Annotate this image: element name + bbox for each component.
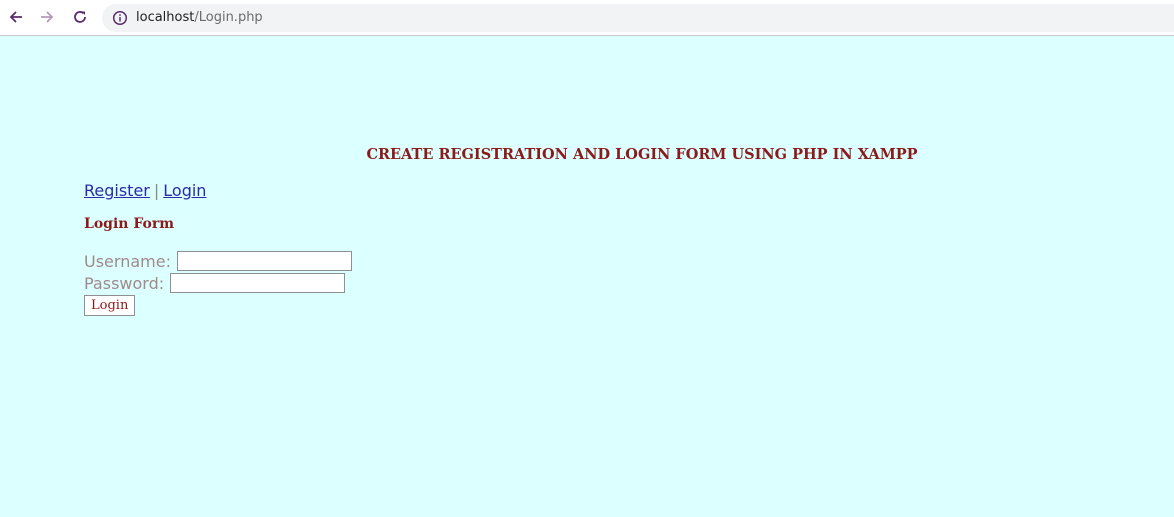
forward-button[interactable] xyxy=(36,6,58,28)
page-title: CREATE REGISTRATION AND LOGIN FORM USING… xyxy=(366,146,918,163)
username-row: Username: xyxy=(84,250,352,272)
login-button[interactable]: Login xyxy=(84,295,136,316)
username-label: Username: xyxy=(84,251,171,271)
page-viewport: CREATE REGISTRATION AND LOGIN FORM USING… xyxy=(0,36,1174,517)
login-link[interactable]: Login xyxy=(163,181,206,200)
link-separator: | xyxy=(153,181,160,200)
reload-button[interactable] xyxy=(69,6,91,28)
info-circle-icon[interactable] xyxy=(112,10,128,26)
arrow-left-icon xyxy=(9,11,22,23)
password-label: Password: xyxy=(84,273,165,293)
password-input[interactable] xyxy=(170,273,346,293)
browser-toolbar: localhost/Login.php xyxy=(0,0,1174,36)
register-link[interactable]: Register xyxy=(84,181,150,200)
reload-icon xyxy=(74,11,86,23)
username-input[interactable] xyxy=(176,251,352,271)
back-button[interactable] xyxy=(5,6,27,28)
password-row: Password: xyxy=(84,272,346,294)
arrow-right-icon xyxy=(41,11,54,23)
url-text[interactable]: localhost/Login.php xyxy=(136,9,263,27)
nav-links: Register | Login xyxy=(84,180,206,202)
form-title: Login Form xyxy=(84,216,175,232)
url-host: localhost xyxy=(136,10,195,25)
url-path: /Login.php xyxy=(194,10,263,25)
address-bar[interactable]: localhost/Login.php xyxy=(102,4,1174,32)
